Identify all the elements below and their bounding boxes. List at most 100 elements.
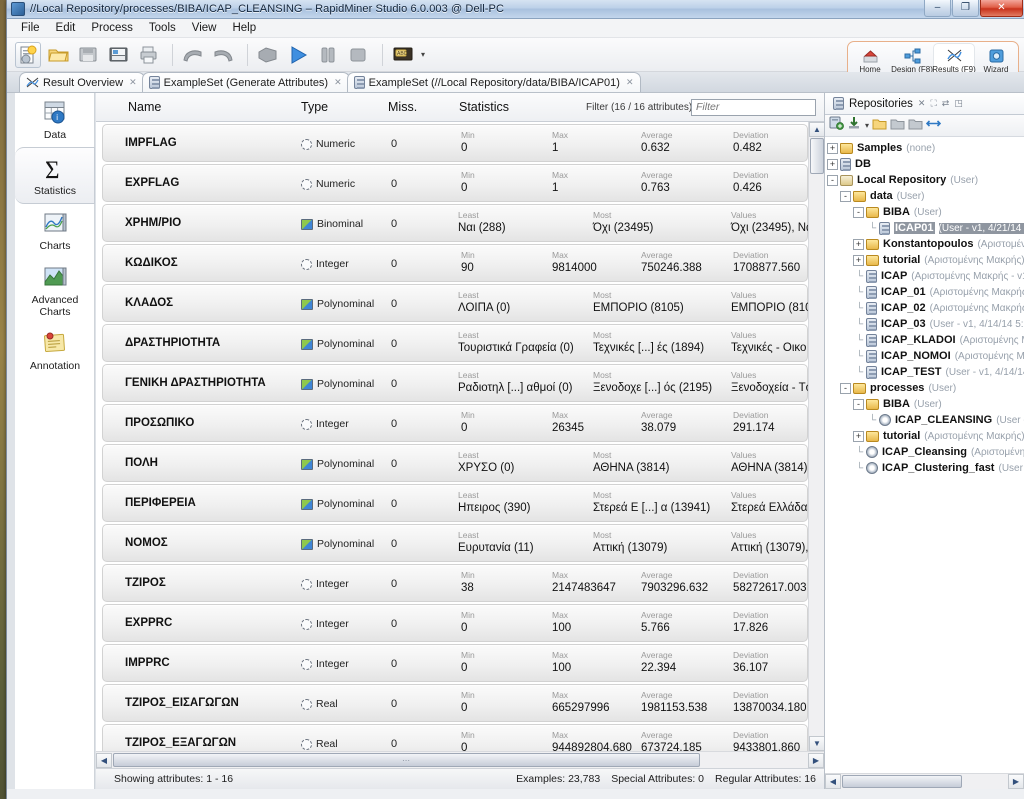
tree-node[interactable]: └ ICAP_KLADOI(Αριστομένης Μακρή — [827, 332, 1024, 348]
menu-file[interactable]: File — [13, 20, 48, 36]
collapse-node-icon[interactable]: - — [853, 398, 864, 410]
column-header-type[interactable]: Type — [301, 100, 328, 114]
table-row[interactable]: ΠΕΡΙΦΕΡΕΙΑ Polynominal 0 Least Ηπειρος (390)… — [102, 484, 808, 522]
store-process-icon[interactable] — [847, 116, 861, 135]
run-remote-icon[interactable] — [255, 42, 281, 68]
expand-node-icon[interactable]: + — [853, 430, 864, 442]
repository-horizontal-scrollbar[interactable]: ◀ ▶ — [825, 773, 1024, 789]
dropdown-caret-icon[interactable]: ▾ — [865, 121, 869, 130]
add-repository-icon[interactable] — [829, 116, 844, 135]
table-row[interactable]: ΠΡΟΣΩΠΙΚΟ Integer 0 Min 0 Max 26345 Average 38.0… — [102, 404, 808, 442]
collapse-node-icon[interactable]: - — [853, 206, 864, 218]
rail-item-data[interactable]: i Data — [15, 93, 95, 147]
open-process-icon[interactable] — [45, 42, 71, 68]
table-row[interactable]: IMPPRC Integer 0 Min 0 Max 100 Average 22.394 Dev… — [102, 644, 808, 682]
new-process-icon[interactable] — [15, 41, 41, 68]
new-folder-icon[interactable] — [872, 117, 887, 135]
table-row[interactable]: EXPFLAG Numeric 0 Min 0 Max 1 Average 0.763 Devia… — [102, 164, 808, 202]
tree-node[interactable]: - data (User) — [827, 188, 1024, 204]
tab-exampleset-icap01[interactable]: ExampleSet (//Local Repository/data/BIBA… — [346, 72, 642, 92]
rail-item-statistics[interactable]: Σ Statistics — [15, 147, 95, 204]
tree-node[interactable]: + Konstantopoulos(Αριστομένης Μα — [827, 236, 1024, 252]
table-row[interactable]: ΝΟΜΟΣ Polynominal 0 Least Ευρυτανία (11) Most… — [102, 524, 808, 562]
column-header-name[interactable]: Name — [128, 100, 161, 114]
scroll-right-arrow-icon[interactable]: ▶ — [808, 752, 824, 768]
tree-node[interactable]: └ ICAP_Clustering_fast(User - v1, 4 — [827, 460, 1024, 476]
table-row[interactable]: ΓΕΝΙΚΗ ΔΡΑΣΤΗΡΙΟΤΗΤΑ Polynominal 0 Least Ραδ… — [102, 364, 808, 402]
tree-node[interactable]: + DB — [827, 156, 1024, 172]
panel-close-icon[interactable]: ✕ — [918, 98, 926, 109]
table-row[interactable]: ΚΛΑΔΟΣ Polynominal 0 Least ΛΟΙΠΑ (0) Most ΕΜΠΟ… — [102, 284, 808, 322]
repo-horizontal-scroll-thumb[interactable] — [842, 775, 962, 788]
collapse-node-icon[interactable]: - — [840, 382, 851, 394]
horizontal-scroll-thumb[interactable]: ⋯ — [113, 753, 700, 767]
tab-exampleset-generate-attributes[interactable]: ExampleSet (Generate Attributes) ✕ — [141, 72, 350, 92]
table-row[interactable]: ΤΖΙΡΟΣ_ΕΙΣΑΓΩΓΩΝ Real 0 Min 0 Max 665297996 Ave… — [102, 684, 808, 722]
tree-node[interactable]: + tutorial (Αριστομένης Μακρής) — [827, 428, 1024, 444]
validate-icon[interactable]: ABC — [390, 42, 416, 68]
stop-icon[interactable] — [345, 42, 371, 68]
minimize-button[interactable]: – — [924, 0, 951, 17]
tab-result-overview-close-icon[interactable]: ✕ — [129, 77, 137, 88]
tab-exampleset-icap01-close-icon[interactable]: ✕ — [626, 77, 634, 88]
redo-icon[interactable] — [210, 42, 236, 68]
rail-item-charts[interactable]: Charts — [15, 204, 95, 258]
save-icon[interactable] — [75, 42, 101, 68]
rail-item-annotation[interactable]: Annotation — [15, 324, 95, 378]
tree-node[interactable]: └ ICAP_Cleansing(Αριστομένης Μα — [827, 444, 1024, 460]
panel-restore-icon[interactable]: ◳ — [954, 98, 963, 109]
tree-node[interactable]: └ ICAP_03(User - v1, 4/14/14 5:04 PM — [827, 316, 1024, 332]
tree-node[interactable]: - processes (User) — [827, 380, 1024, 396]
tree-node[interactable]: └ ICAP_01(Αριστομένης Μακρής - v1, — [827, 284, 1024, 300]
menu-process[interactable]: Process — [83, 20, 141, 36]
table-row[interactable]: ΤΖΙΡΟΣ Integer 0 Min 38 Max 2147483647 Average 7… — [102, 564, 808, 602]
filter-input[interactable] — [691, 98, 816, 116]
tree-node[interactable]: - Local Repository (User) — [827, 172, 1024, 188]
column-header-statistics[interactable]: Statistics — [459, 100, 509, 114]
tab-result-overview[interactable]: Result Overview ✕ — [19, 72, 145, 92]
paste-icon[interactable] — [908, 117, 923, 135]
menu-tools[interactable]: Tools — [141, 20, 184, 36]
collapse-node-icon[interactable]: - — [827, 174, 838, 186]
column-header-miss[interactable]: Miss. — [388, 100, 417, 114]
undo-icon[interactable] — [180, 42, 206, 68]
expand-node-icon[interactable]: + — [853, 254, 864, 266]
tree-node[interactable]: + Samples (none) — [827, 140, 1024, 156]
tree-node[interactable]: + tutorial (Αριστομένης Μακρής) — [827, 252, 1024, 268]
refresh-icon[interactable] — [925, 117, 942, 135]
repo-scroll-right-arrow-icon[interactable]: ▶ — [1008, 774, 1024, 789]
pause-icon[interactable] — [315, 42, 341, 68]
tree-node[interactable]: └ ICAP_02(Αριστομένης Μακρής - v1, — [827, 300, 1024, 316]
tree-node[interactable]: └ ICAP01(User - v1, 4/21/14 3:4 — [827, 220, 1024, 236]
rows-vertical-scrollbar[interactable]: ▲ ▼ — [808, 122, 824, 751]
table-row[interactable]: ΠΟΛΗ Polynominal 0 Least ΧΡΥΣΟ (0) Most ΑΘΗΝΑ … — [102, 444, 808, 482]
expand-node-icon[interactable]: + — [853, 238, 864, 250]
scroll-down-arrow-icon[interactable]: ▼ — [809, 736, 824, 751]
copy-icon[interactable] — [890, 117, 905, 135]
print-icon[interactable] — [135, 42, 161, 68]
table-row[interactable]: EXPPRC Integer 0 Min 0 Max 100 Average 5.766 Devi… — [102, 604, 808, 642]
expand-node-icon[interactable]: + — [827, 142, 838, 154]
rail-item-advanced-charts[interactable]: Advanced Charts — [15, 258, 95, 324]
scroll-left-arrow-icon[interactable]: ◀ — [96, 752, 112, 768]
table-row[interactable]: ΧΡΗΜ/ΡΙΟ Binominal 0 Least Ναι (288) Most Όχι … — [102, 204, 808, 242]
tree-node[interactable]: └ ICAP_NOMOI(Αριστομένης Μακρής — [827, 348, 1024, 364]
tree-node[interactable]: - BIBA (User) — [827, 204, 1024, 220]
rows-horizontal-scrollbar[interactable]: ◀ ⋯ ▶ — [96, 751, 824, 768]
table-row[interactable]: ΤΖΙΡΟΣ_ΕΞΑΓΩΓΩΝ Real 0 Min 0 Max 944892804.680… — [102, 724, 808, 751]
validate-dropdown-caret-icon[interactable]: ▾ — [421, 50, 425, 59]
tree-node[interactable]: └ ICAP(Αριστομένης Μακρής - v1, 3/1 — [827, 268, 1024, 284]
menu-help[interactable]: Help — [224, 20, 264, 36]
scroll-up-arrow-icon[interactable]: ▲ — [809, 122, 824, 137]
tree-node[interactable]: └ ICAP_TEST(User - v1, 4/14/14 5:29 — [827, 364, 1024, 380]
table-row[interactable]: ΔΡΑΣΤΗΡΙΟΤΗΤΑ Polynominal 0 Least Τουριστικά… — [102, 324, 808, 362]
expand-node-icon[interactable]: + — [827, 158, 838, 170]
repo-scroll-left-arrow-icon[interactable]: ◀ — [825, 774, 841, 789]
collapse-node-icon[interactable]: - — [840, 190, 851, 202]
menu-edit[interactable]: Edit — [48, 20, 84, 36]
vertical-scroll-thumb[interactable] — [810, 138, 824, 174]
menu-view[interactable]: View — [184, 20, 225, 36]
panel-maximize-icon[interactable]: ⛶ — [930, 98, 936, 109]
tab-exampleset-generate-attributes-close-icon[interactable]: ✕ — [334, 77, 342, 88]
close-button[interactable]: ✕ — [980, 0, 1023, 17]
